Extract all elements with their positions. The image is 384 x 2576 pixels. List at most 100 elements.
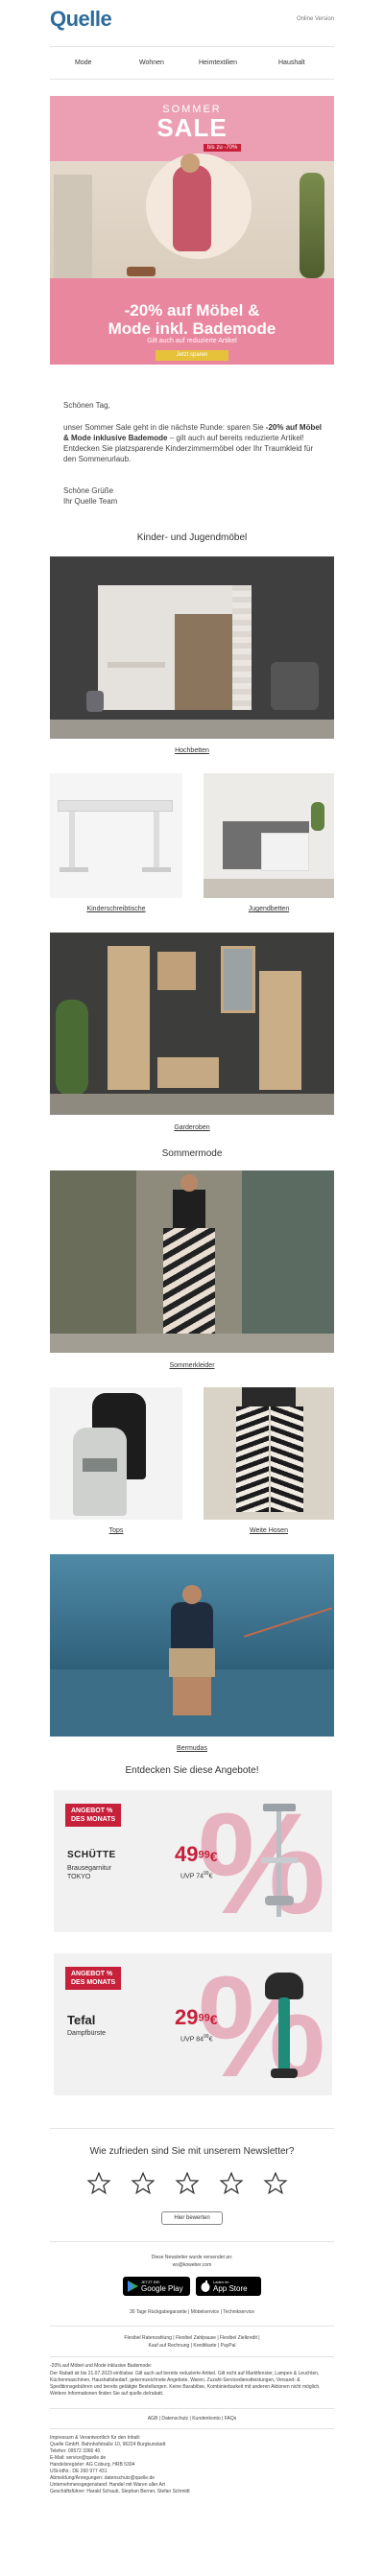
nav-heimtextilien[interactable]: Heimtextilien	[199, 59, 237, 66]
hosen-top	[242, 1387, 296, 1406]
hochbetten-link[interactable]: Hochbetten	[175, 747, 209, 754]
shower-product-image	[261, 1804, 300, 1919]
summer-title: Sommermode	[161, 1148, 223, 1159]
steam-brush-base	[271, 2068, 298, 2078]
garderoben-image[interactable]	[50, 933, 334, 1115]
divider	[50, 2428, 334, 2429]
offer-product-1: Brausegarnitur	[67, 1865, 111, 1872]
newsletter: Quelle Online Version Mode Wohnen Heimte…	[0, 0, 384, 2576]
jugendbett-drawer	[261, 833, 309, 871]
apple-icon	[201, 2281, 210, 2292]
tops-caption-wrap: Tops	[50, 1527, 182, 1534]
star-icon[interactable]	[175, 2171, 200, 2196]
offer-uvp: UVP 8499€	[180, 2034, 212, 2043]
hero-banner[interactable]: SOMMER SALE bis zu -70% -20% auf Möbel &…	[50, 96, 334, 365]
jugendbetten-image[interactable]	[204, 773, 334, 898]
kids-title: Kinder- und Jugendmöbel	[136, 532, 248, 543]
desk-foot-left	[60, 867, 88, 872]
hochbett-ladder	[232, 585, 252, 710]
service-links[interactable]: 30 Tage Rückgabegarantie | Möbelservice …	[0, 2309, 384, 2316]
hochbett-floor	[50, 720, 334, 739]
hero-badge: bis zu -70%	[204, 144, 242, 152]
hero-woman	[173, 165, 211, 251]
kinderschreibtische-image[interactable]	[50, 773, 182, 898]
hero-button[interactable]: Jetzt sparen	[156, 350, 228, 361]
garderobe-cabinet-left	[108, 946, 150, 1090]
offer-card-tefal[interactable]: % ANGEBOT % DES MONATS Tefal Dampfbürste…	[54, 1953, 332, 2095]
google-play-badge[interactable]: JETZT BEI Google Play	[123, 2277, 190, 2296]
garderoben-caption-wrap: Garderoben	[0, 1124, 384, 1131]
payment-line-1: Flexibel Ratenzahlung | Flexibel Zahlpau…	[124, 2335, 260, 2341]
hero-woman-head	[180, 154, 200, 173]
app-store-badge[interactable]: Laden im App Store	[196, 2277, 261, 2296]
garderobe-bench	[157, 1057, 219, 1088]
star-icon[interactable]	[263, 2171, 288, 2196]
tops-link[interactable]: Tops	[109, 1527, 124, 1534]
star-icon[interactable]	[219, 2171, 244, 2196]
app-store-label: App Store	[213, 2284, 248, 2293]
sommerkleid-bg-right	[242, 1170, 334, 1353]
tops-image[interactable]	[50, 1387, 182, 1520]
kinderschreibtische-link[interactable]: Kinderschreibtische	[86, 906, 145, 912]
fine-print-body: Der Rabatt ist bis 21.07.2023 einlösbar.…	[50, 2371, 321, 2397]
hochbetten-image[interactable]	[50, 556, 334, 739]
impressum-line: USt-IdNr.: DE 260 977 431	[50, 2469, 108, 2474]
shower-head	[263, 1804, 296, 1811]
sommerkleider-image[interactable]	[50, 1170, 334, 1353]
offer-uvp-label: UVP 84	[180, 2036, 204, 2044]
hochbett-backpack	[86, 691, 104, 712]
logo[interactable]: Quelle	[50, 6, 112, 33]
star-icon[interactable]	[86, 2171, 111, 2196]
bermudas-image[interactable]	[50, 1554, 334, 1737]
sommerkleider-link[interactable]: Sommerkleider	[169, 1362, 214, 1369]
star-icon[interactable]	[131, 2171, 156, 2196]
offer-price-currency: €	[209, 2012, 218, 2027]
weite-hosen-caption-wrap: Weite Hosen	[204, 1527, 334, 1534]
garderobe-floor	[50, 1094, 334, 1115]
hosen-leg-left	[236, 1406, 269, 1512]
kinderschreibtische-caption-wrap: Kinderschreibtische	[50, 906, 182, 912]
offer-uvp-currency: €	[208, 1873, 213, 1880]
desk-leg-right	[154, 812, 159, 869]
hochbett-shelf	[175, 614, 232, 710]
weite-hosen-link[interactable]: Weite Hosen	[250, 1527, 288, 1534]
impressum-line: Impressum & Verantwortlich für den Inhal…	[50, 2435, 141, 2441]
offer-uvp-currency: €	[208, 2036, 213, 2044]
offer-price-main: 49	[175, 1842, 199, 1866]
divider	[50, 2128, 334, 2129]
weite-hosen-image[interactable]	[204, 1387, 334, 1520]
nav-haushalt[interactable]: Haushalt	[278, 59, 305, 66]
offer-card-schuette[interactable]: % ANGEBOT % DES MONATS SCHÜTTE Brausegar…	[54, 1790, 332, 1932]
impressum-line: Unternehmensgegenstand: Handel mit Waren…	[50, 2482, 165, 2488]
offer-tag-line1: ANGEBOT %	[71, 1971, 113, 1977]
garderoben-link[interactable]: Garderoben	[174, 1124, 209, 1131]
brand-tefal: Tefal	[67, 2013, 96, 2027]
nav-wohnen[interactable]: Wohnen	[139, 59, 164, 66]
impressum-line: Telefon: 09572 3366 40	[50, 2448, 101, 2454]
garderobe-mirror	[221, 946, 255, 1013]
bermudas-link[interactable]: Bermudas	[177, 1745, 207, 1752]
divider	[50, 2356, 334, 2357]
impressum-line: Abmeldung/Anregungen: datenschutz@quelle…	[50, 2475, 156, 2481]
jugendbetten-link[interactable]: Jugendbetten	[249, 906, 289, 912]
footer-links[interactable]: AGB | Datenschutz | Kundenkonto | FAQs	[0, 2416, 384, 2422]
steam-brush-image	[257, 1973, 315, 2088]
jugendbetten-caption-wrap: Jugendbetten	[204, 906, 334, 912]
nav-mode[interactable]: Mode	[75, 59, 92, 66]
jugendbett-plant	[311, 802, 324, 831]
intro-p1: unser Sommer Sale geht in die nächste Ru…	[63, 423, 266, 432]
offer-price-cents: 99	[198, 1849, 210, 1861]
sommerkleid-skirt	[163, 1228, 215, 1334]
online-version-link[interactable]: Online Version	[297, 16, 334, 22]
impressum-line: E-Mail: service@quelle.de	[50, 2455, 107, 2461]
desk-top	[58, 800, 173, 812]
intro-signature: Ihr Quelle Team	[63, 497, 118, 506]
desk-leg-left	[69, 812, 75, 869]
google-play-icon	[128, 2281, 138, 2292]
offer-price-main: 29	[175, 2005, 199, 2029]
divider	[50, 2408, 334, 2409]
bermuda-man-head	[182, 1585, 202, 1604]
rate-button[interactable]: Hier bewerten	[161, 2211, 223, 2225]
divider	[50, 79, 334, 80]
hosen-leg-right	[271, 1406, 303, 1512]
